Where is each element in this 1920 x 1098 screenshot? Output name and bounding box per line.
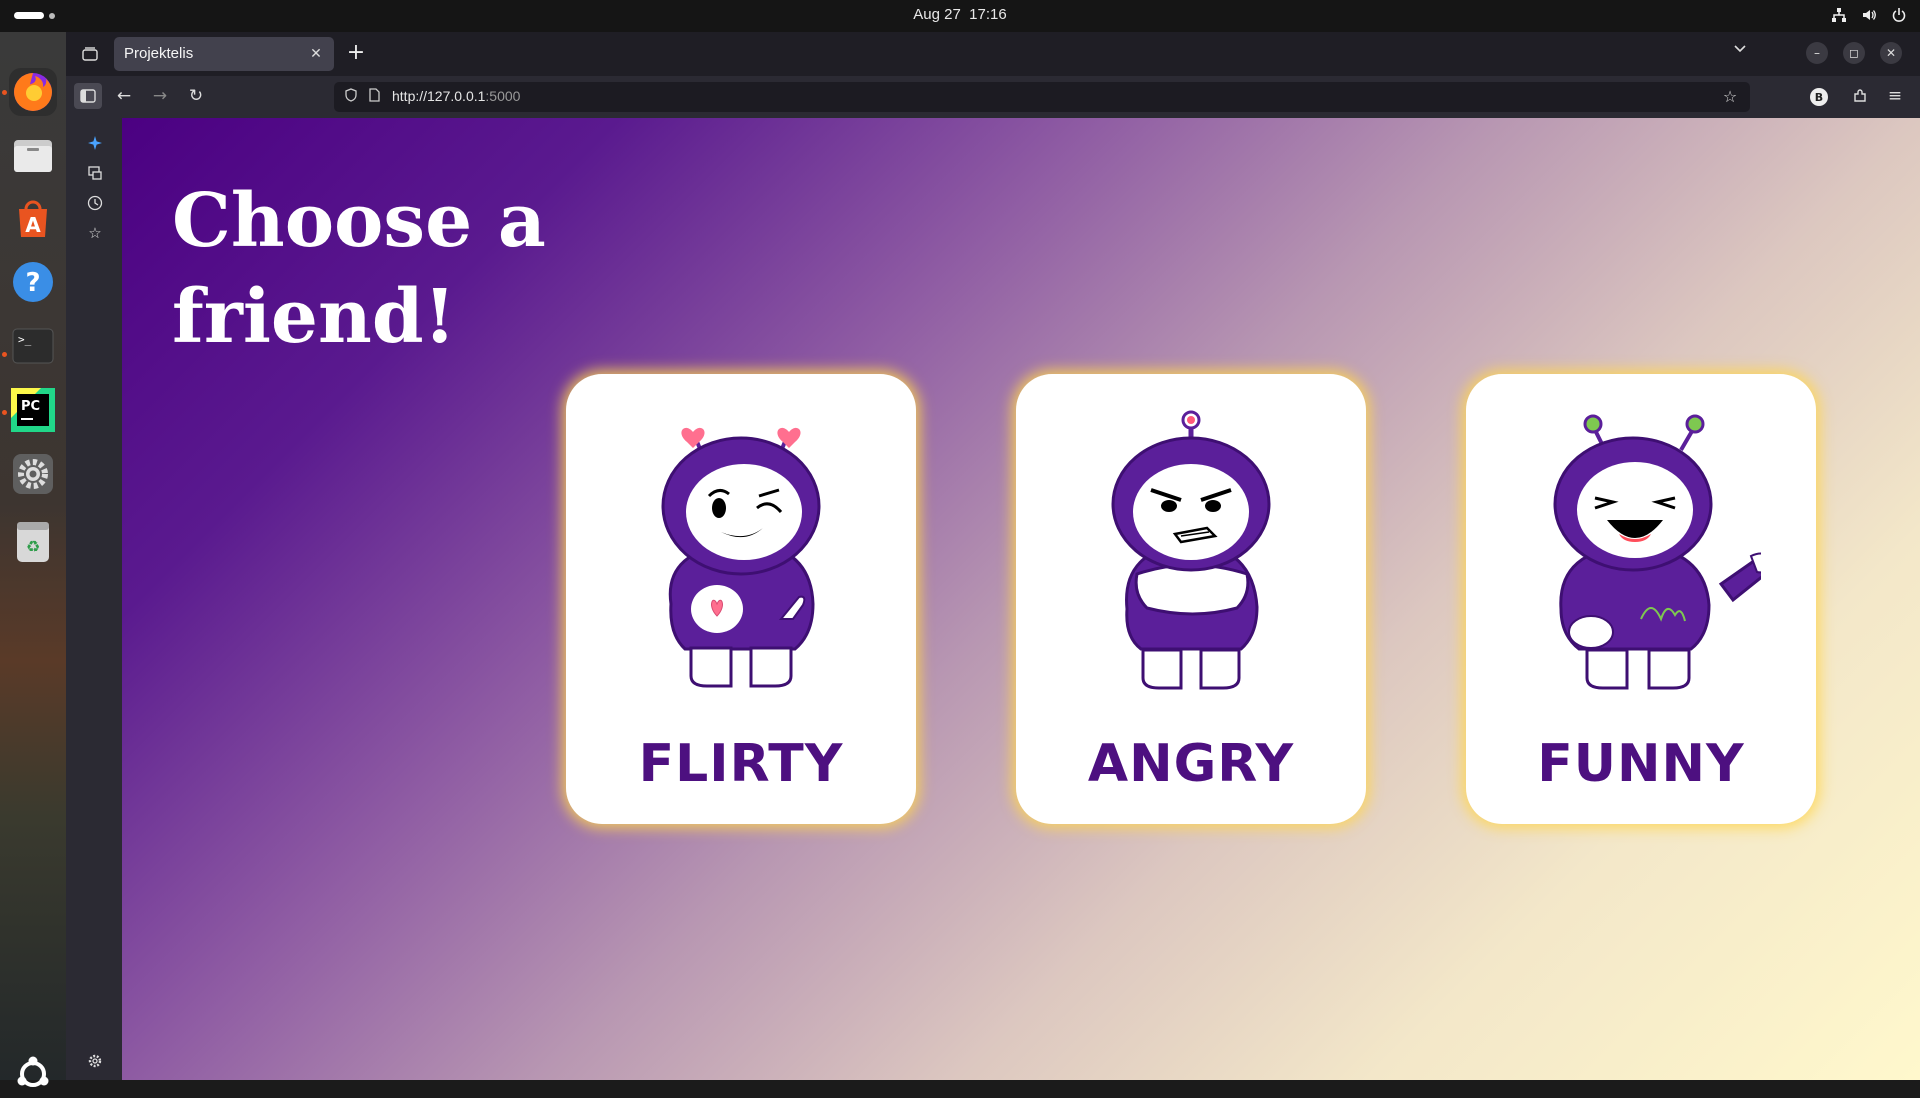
system-tray[interactable]: [1830, 4, 1908, 26]
svg-text:PC: PC: [21, 399, 40, 414]
pycharm-icon[interactable]: PC: [9, 386, 57, 434]
url-bar[interactable]: http://127.0.0.1:5000 ☆: [334, 82, 1750, 112]
files-icon[interactable]: [9, 132, 57, 180]
friend-card-angry[interactable]: ANGRY: [1016, 374, 1366, 824]
close-window-button[interactable]: ✕: [1880, 42, 1902, 64]
maximize-button[interactable]: ◻: [1843, 42, 1865, 64]
clock-date: Aug 27: [913, 6, 961, 23]
back-button[interactable]: ←: [110, 83, 138, 109]
app-center-icon[interactable]: A: [9, 194, 57, 242]
browser-sidebar: ☆: [66, 116, 122, 1080]
svg-text:A: A: [25, 213, 41, 237]
network-icon[interactable]: [1830, 4, 1848, 26]
tab-list-icon[interactable]: [78, 42, 102, 66]
hamburger-menu-icon[interactable]: ≡: [1881, 83, 1909, 109]
customize-sidebar-gear-icon[interactable]: [84, 1050, 106, 1072]
settings-icon[interactable]: [9, 450, 57, 498]
card-label-angry: ANGRY: [1087, 734, 1295, 794]
help-icon[interactable]: ?: [9, 258, 57, 306]
history-icon[interactable]: [84, 192, 106, 214]
running-indicator: [2, 352, 7, 357]
bookmarks-icon[interactable]: ☆: [84, 222, 106, 244]
firefox-icon[interactable]: [9, 68, 57, 116]
url-host: http://127.0.0.1: [392, 88, 486, 104]
page-viewport: Choose a friend! FLIRTY ANGRY FUNNY: [122, 118, 1920, 1080]
chevron-down-icon[interactable]: [1728, 42, 1752, 66]
tracking-shield-icon[interactable]: [342, 88, 360, 106]
dock: A ? >_ PC ♻: [0, 32, 66, 1087]
trash-icon[interactable]: ♻: [9, 518, 57, 566]
page-info-icon[interactable]: [366, 88, 382, 106]
browser-window: Projektelis ✕ + – ◻ ✕ ← → ↻ http://127.0…: [66, 32, 1920, 1080]
clock[interactable]: Aug 27 17:16: [0, 6, 1920, 23]
reload-button[interactable]: ↻: [182, 83, 210, 109]
svg-text:♻: ♻: [26, 537, 40, 556]
volume-icon[interactable]: [1860, 4, 1878, 26]
terminal-icon[interactable]: >_: [9, 322, 57, 370]
new-tab-button[interactable]: +: [344, 42, 368, 66]
tab-strip: Projektelis ✕ + – ◻ ✕: [66, 32, 1920, 76]
angry-robot-icon: [1111, 410, 1271, 690]
friend-card-flirty[interactable]: FLIRTY: [566, 374, 916, 824]
show-apps-icon[interactable]: [9, 1050, 57, 1098]
browser-tab[interactable]: Projektelis ✕: [114, 37, 334, 71]
system-top-bar: Aug 27 17:16: [0, 0, 1920, 32]
sidebar-toggle-button[interactable]: [74, 83, 102, 109]
page-title: Choose a friend!: [172, 178, 546, 360]
running-indicator: [2, 410, 7, 415]
account-icon[interactable]: B: [1810, 88, 1828, 106]
card-label-flirty: FLIRTY: [638, 734, 844, 794]
funny-robot-icon: [1553, 414, 1761, 690]
url-text: http://127.0.0.1:5000: [392, 88, 520, 104]
navigation-toolbar: ← → ↻ http://127.0.0.1:5000 ☆ B ≡: [66, 76, 1920, 116]
close-tab-icon[interactable]: ✕: [306, 44, 326, 64]
svg-text:>_: >_: [18, 333, 32, 346]
forward-button[interactable]: →: [146, 83, 174, 109]
flirty-robot-icon: [661, 427, 821, 688]
card-label-funny: FUNNY: [1537, 734, 1745, 794]
friend-card-funny[interactable]: FUNNY: [1466, 374, 1816, 824]
minimize-button[interactable]: –: [1806, 42, 1828, 64]
svg-text:?: ?: [25, 268, 40, 298]
running-indicator: [2, 90, 7, 95]
power-icon[interactable]: [1890, 4, 1908, 26]
url-port: :5000: [485, 88, 521, 104]
tab-title: Projektelis: [124, 45, 194, 62]
bookmark-star-icon[interactable]: ☆: [1720, 87, 1740, 107]
extensions-icon[interactable]: [1846, 83, 1874, 109]
synced-tabs-icon[interactable]: [84, 162, 106, 184]
clock-time: 17:16: [969, 6, 1007, 23]
ai-chatbot-icon[interactable]: [84, 132, 106, 154]
